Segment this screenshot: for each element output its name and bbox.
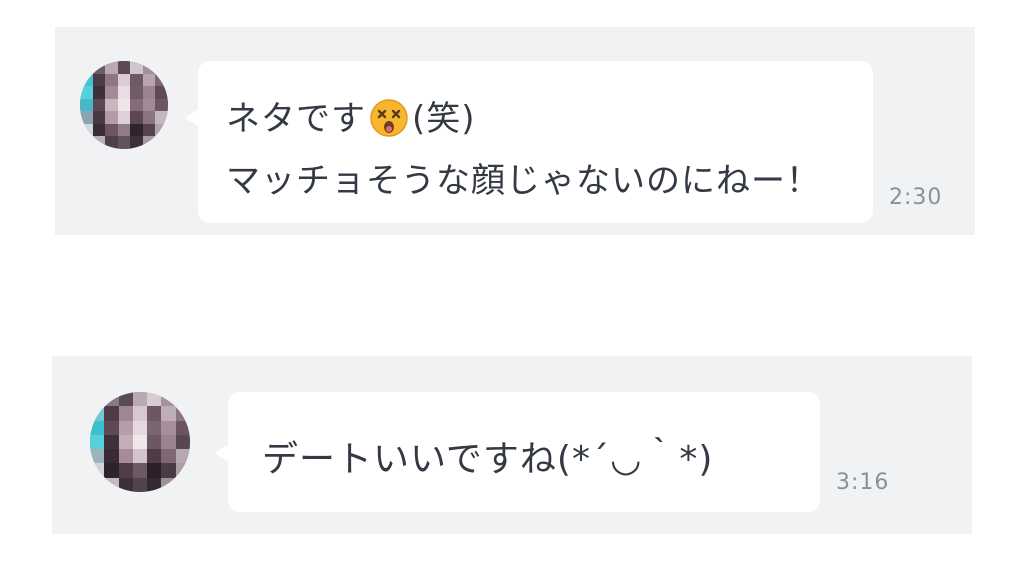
message-text: ネタです — [226, 99, 366, 139]
message-text-suffix: (笑) — [412, 99, 476, 139]
message-timestamp: 3:16 — [836, 470, 890, 495]
dizzy-face-emoji-icon — [370, 99, 408, 137]
pixelated-avatar-image — [80, 61, 168, 149]
message-text: デートいいですね(*´◡｀*) — [262, 439, 714, 480]
message-bubble[interactable]: ネタです (笑) マッチョそうな顔じゃないのにねー！ — [185, 61, 873, 223]
message-text-line-1: ネタです (笑) — [226, 91, 476, 140]
message-text-line-2: マッチョそうな顔じゃないのにねー！ — [226, 161, 821, 201]
avatar[interactable] — [80, 61, 168, 149]
chat-message-row: ネタです (笑) マッチョそうな顔じゃないのにねー！ 2:30 — [55, 27, 975, 235]
chat-message-row: デートいいですね(*´◡｀*) 3:16 — [52, 356, 972, 534]
pixelated-avatar-image — [90, 392, 190, 492]
message-bubble[interactable]: デートいいですね(*´◡｀*) — [215, 392, 820, 512]
avatar[interactable] — [90, 392, 190, 492]
message-timestamp: 2:30 — [889, 185, 943, 210]
